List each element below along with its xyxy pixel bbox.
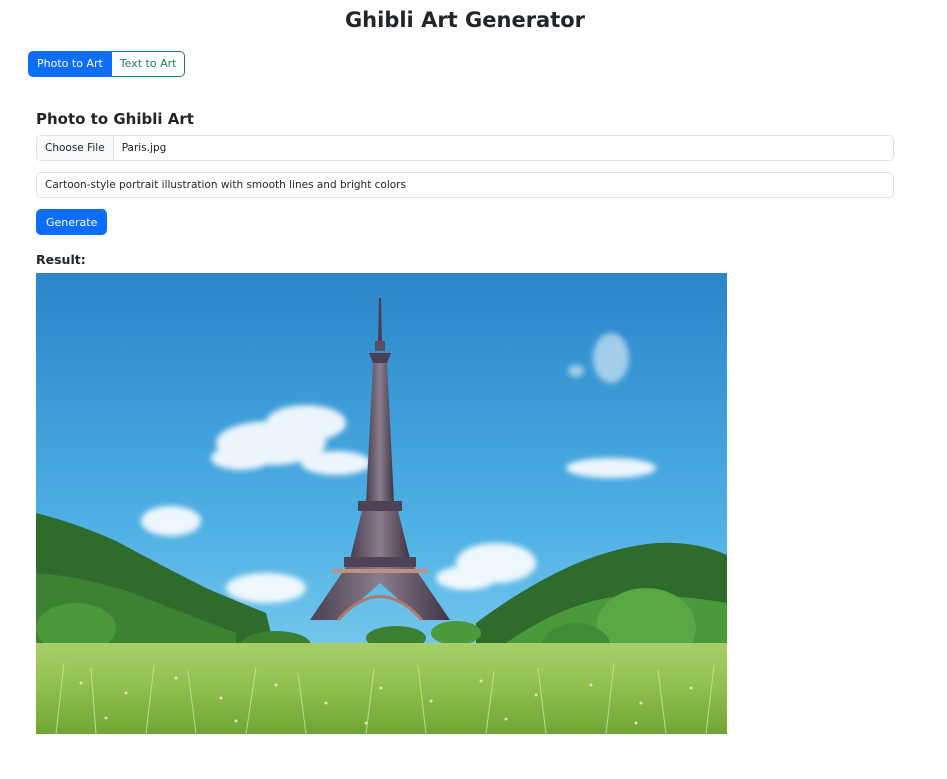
file-input[interactable]: Choose File Paris.jpg (36, 135, 894, 161)
tab-text-to-art[interactable]: Text to Art (111, 51, 186, 77)
generate-button[interactable]: Generate (36, 209, 108, 235)
file-name: Paris.jpg (121, 142, 167, 154)
prompt-input[interactable]: Cartoon-style portrait illustration with… (36, 172, 894, 198)
app-title: Ghibli Art Generator (344, 8, 586, 32)
page: Ghibli Art Generator Photo to Art Text t… (0, 0, 947, 779)
result-label: Result: (36, 252, 86, 267)
result-image (36, 273, 727, 734)
section-heading: Photo to Ghibli Art (36, 110, 194, 128)
mode-toggle: Photo to Art Text to Art (28, 51, 186, 77)
choose-file-button[interactable]: Choose File (37, 136, 114, 160)
tab-photo-to-art[interactable]: Photo to Art (28, 51, 112, 77)
